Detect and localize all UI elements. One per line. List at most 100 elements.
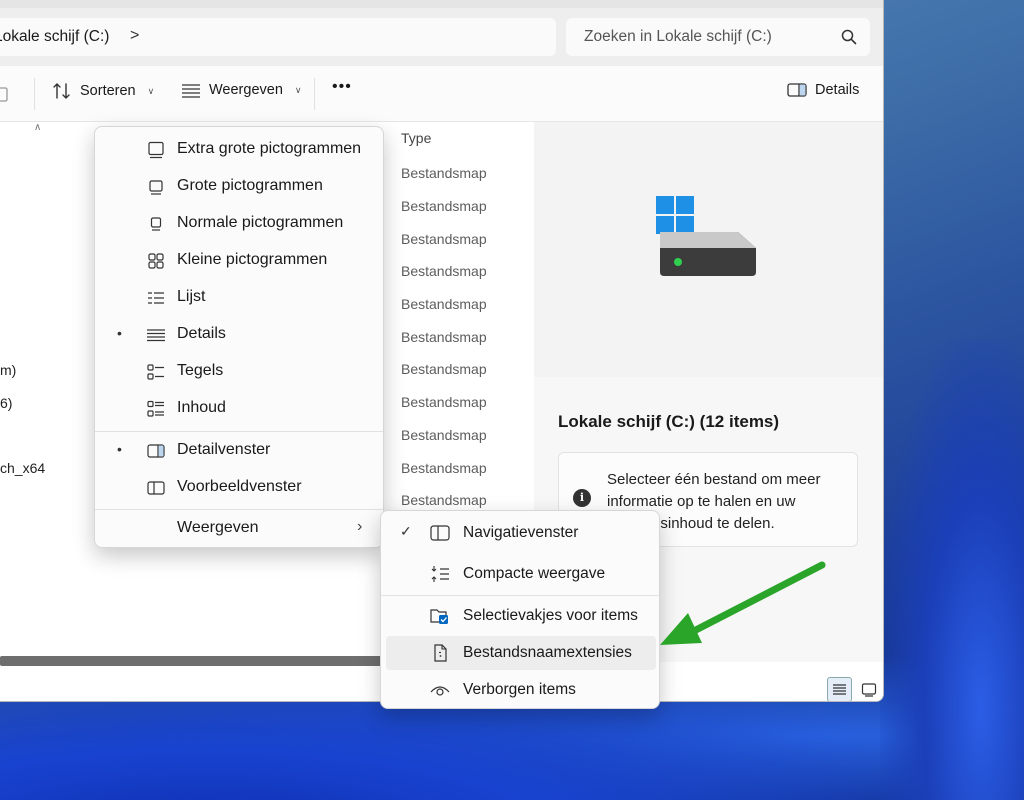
menu-item-label: Detailvenster [177, 441, 271, 458]
details-title: Lokale schijf (C:) (12 items) [558, 412, 780, 431]
type-cell: Bestandsmap [401, 263, 487, 279]
large-icons-view-toggle[interactable] [856, 677, 881, 701]
menu-item-list[interactable]: Lijst [99, 280, 379, 316]
menu-item-content[interactable]: Inhoud [99, 391, 379, 427]
navigation-pane-icon [430, 525, 450, 541]
menu-item-details[interactable]: • Details [99, 317, 379, 353]
file-name-fragment[interactable]: m) [0, 362, 16, 378]
more-icon: ••• [332, 78, 352, 95]
menu-item-preview-pane[interactable]: Voorbeeldvenster [99, 470, 379, 506]
column-header-type[interactable]: Type [401, 130, 431, 146]
checkmark-icon: ✓ [400, 523, 412, 539]
type-cell: Bestandsmap [401, 460, 487, 476]
details-toggle-button[interactable]: Details [787, 82, 859, 98]
view-icon [182, 84, 200, 98]
horizontal-scrollbar[interactable] [0, 656, 384, 666]
submenu-item-compact-view[interactable]: Compacte weergave [386, 557, 656, 591]
type-cell: Bestandsmap [401, 198, 487, 214]
item-checkboxes-icon [430, 609, 448, 624]
extra-large-icons-icon [148, 141, 164, 159]
type-cell: Bestandsmap [401, 492, 487, 508]
details-icon [147, 329, 165, 342]
view-button[interactable]: Weergeven ∨ [181, 82, 301, 98]
show-submenu: ✓ Navigatievenster Compacte weergave Sel… [380, 510, 660, 709]
submenu-item-label: Compacte weergave [463, 565, 606, 582]
submenu-divider [381, 595, 659, 596]
menu-divider [95, 509, 383, 510]
type-cell: Bestandsmap [401, 296, 487, 312]
type-cell: Bestandsmap [401, 329, 487, 345]
compact-view-icon [431, 566, 449, 582]
address-bar[interactable]: Lokale schijf (C:) > [0, 18, 556, 56]
content-icon [147, 400, 164, 417]
menu-item-label: Lijst [177, 288, 206, 305]
tiles-icon [147, 364, 164, 380]
delete-icon[interactable] [0, 84, 10, 102]
command-bar: Sorteren ∨ Weergeven ∨ ••• Details [0, 66, 883, 122]
menu-item-label: Weergeven [177, 519, 259, 536]
chevron-down-icon: ∨ [294, 84, 302, 95]
medium-icons-icon [150, 217, 162, 231]
menu-item-show-submenu[interactable]: Weergeven › [99, 511, 379, 547]
large-icons-icon [149, 180, 163, 195]
menu-item-label: Extra grote pictogrammen [177, 140, 362, 157]
type-cell: Bestandsmap [401, 394, 487, 410]
details-pane-icon [787, 83, 807, 97]
sort-indicator-icon: ∧ [34, 122, 42, 133]
view-label: Weergeven [209, 82, 283, 98]
selected-bullet-icon: • [117, 441, 122, 457]
address-path: Lokale schijf (C:) [0, 28, 110, 45]
annotation-arrow-icon [660, 561, 826, 645]
menu-item-label: Tegels [177, 362, 224, 379]
menu-item-label: Inhoud [177, 399, 226, 416]
file-name-fragment[interactable]: 6) [0, 395, 12, 411]
details-view-toggle[interactable] [827, 677, 852, 701]
submenu-item-file-extensions[interactable]: Bestandsnaamextensies [386, 636, 656, 670]
file-extensions-icon [434, 644, 447, 662]
details-preview [534, 122, 883, 377]
info-icon: i [573, 489, 591, 507]
menu-item-label: Voorbeeldvenster [177, 478, 302, 495]
address-row: Lokale schijf (C:) > Zoeken in Lokale sc… [0, 0, 883, 66]
menu-item-label: Normale pictogrammen [177, 214, 344, 231]
menu-item-small-icons[interactable]: Kleine pictogrammen [99, 243, 379, 279]
large-icons-view-icon [861, 682, 876, 697]
type-cell: Bestandsmap [401, 427, 487, 443]
menu-item-extra-large-icons[interactable]: Extra grote pictogrammen [99, 132, 379, 168]
submenu-item-label: Bestandsnaamextensies [463, 644, 632, 661]
preview-pane-icon [147, 481, 165, 495]
menu-divider [95, 431, 383, 432]
search-icon [841, 29, 857, 45]
submenu-item-item-checkboxes[interactable]: Selectievakjes voor items [386, 599, 656, 633]
menu-item-label: Grote pictogrammen [177, 177, 323, 194]
details-view-icon [833, 684, 846, 695]
details-pane-icon [147, 444, 165, 458]
selected-bullet-icon: • [117, 325, 122, 341]
menu-item-medium-icons[interactable]: Normale pictogrammen [99, 206, 379, 242]
sort-button[interactable]: Sorteren ∨ [52, 82, 154, 100]
type-cell: Bestandsmap [401, 361, 487, 377]
menu-item-label: Kleine pictogrammen [177, 251, 328, 268]
chevron-down-icon: ∨ [147, 85, 155, 96]
drive-icon [656, 196, 756, 276]
search-box[interactable]: Zoeken in Lokale schijf (C:) [566, 18, 870, 56]
toolbar-divider [314, 78, 315, 110]
menu-item-tiles[interactable]: Tegels [99, 354, 379, 390]
type-cell: Bestandsmap [401, 165, 487, 181]
menu-item-details-pane[interactable]: • Detailvenster [99, 433, 379, 469]
toolbar-divider [34, 78, 35, 110]
submenu-item-navigation-pane[interactable]: ✓ Navigatievenster [386, 516, 656, 550]
small-icons-icon [148, 253, 164, 269]
more-options-button[interactable]: ••• [332, 78, 352, 96]
search-input[interactable]: Zoeken in Lokale schijf (C:) [584, 28, 772, 46]
sort-label: Sorteren [80, 83, 136, 99]
desktop-wallpaper-bloom [880, 340, 1024, 800]
submenu-item-label: Selectievakjes voor items [463, 607, 638, 624]
menu-item-large-icons[interactable]: Grote pictogrammen [99, 169, 379, 205]
file-name-fragment[interactable]: ch_x64 [0, 460, 45, 476]
breadcrumb-chevron-icon[interactable]: > [130, 27, 139, 45]
list-icon [148, 292, 164, 304]
submenu-item-label: Verborgen items [463, 681, 576, 698]
chevron-right-icon: › [357, 518, 363, 535]
submenu-item-hidden-items[interactable]: Verborgen items [386, 673, 656, 707]
